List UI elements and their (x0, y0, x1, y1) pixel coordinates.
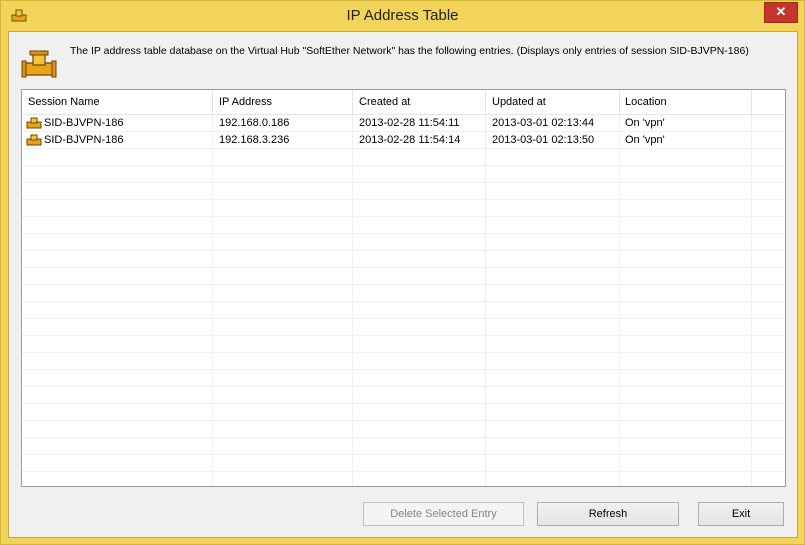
cell-updated-at: 2013-03-01 02:13:44 (492, 117, 595, 129)
column-header-ip-address[interactable]: IP Address (219, 96, 272, 108)
column-header-location[interactable]: Location (625, 96, 667, 108)
grid-row-line (22, 369, 785, 370)
exit-button[interactable]: Exit (698, 502, 784, 526)
grid-row-line (22, 199, 785, 200)
cell-ip-address: 192.168.3.236 (219, 134, 290, 146)
grid-row-line (22, 216, 785, 217)
table-row[interactable]: SID-BJVPN-186 192.168.0.186 2013-02-28 1… (22, 115, 785, 132)
grid-row-line (22, 403, 785, 404)
session-pipe-icon (26, 117, 42, 129)
cell-location: On 'vpn' (625, 117, 665, 129)
cell-created-at: 2013-02-28 11:54:11 (359, 117, 460, 129)
delete-selected-entry-button[interactable]: Delete Selected Entry (363, 502, 524, 526)
grid-row-line (22, 454, 785, 455)
grid-row-line (22, 284, 785, 285)
cell-session-name: SID-BJVPN-186 (44, 134, 124, 146)
cell-session-name: SID-BJVPN-186 (44, 117, 124, 129)
grid-row-line (22, 471, 785, 472)
pipe-icon (21, 50, 57, 78)
grid-row-line (22, 318, 785, 319)
window-title: IP Address Table (346, 7, 459, 24)
grid-column-line (751, 115, 752, 486)
grid-column-line (485, 115, 486, 486)
grid-row-line (22, 250, 785, 251)
title-bar[interactable]: IP Address Table ✕ (1, 1, 804, 31)
close-button[interactable]: ✕ (764, 2, 798, 23)
column-header-created-at[interactable]: Created at (359, 96, 410, 108)
table-header: Session Name IP Address Created at Updat… (22, 90, 785, 115)
cell-created-at: 2013-02-28 11:54:14 (359, 134, 461, 146)
description-text: The IP address table database on the Vir… (70, 45, 749, 57)
grid-row-line (22, 335, 785, 336)
cell-updated-at: 2013-03-01 02:13:50 (492, 134, 595, 146)
grid-column-line (212, 115, 213, 486)
close-icon: ✕ (775, 4, 787, 19)
grid-column-line (619, 115, 620, 486)
grid-row-line (22, 352, 785, 353)
grid-column-line (352, 115, 353, 486)
ip-address-table-window: IP Address Table ✕ The IP address table … (0, 0, 805, 545)
table-row[interactable]: SID-BJVPN-186 192.168.3.236 2013-02-28 1… (22, 132, 785, 149)
ip-table-list[interactable]: Session Name IP Address Created at Updat… (21, 89, 786, 487)
cell-ip-address: 192.168.0.186 (219, 117, 290, 129)
grid-row-line (22, 386, 785, 387)
grid-row-line (22, 182, 785, 183)
grid-row-line (22, 165, 785, 166)
grid-row-line (22, 233, 785, 234)
grid-row-line (22, 301, 785, 302)
grid-row-line (22, 267, 785, 268)
column-header-session-name[interactable]: Session Name (28, 96, 100, 108)
dialog-body: The IP address table database on the Vir… (8, 31, 798, 538)
refresh-button[interactable]: Refresh (537, 502, 679, 526)
grid-row-line (22, 437, 785, 438)
column-header-updated-at[interactable]: Updated at (492, 96, 546, 108)
grid-row-line (22, 420, 785, 421)
cell-location: On 'vpn' (625, 134, 665, 146)
session-pipe-icon (26, 134, 42, 146)
